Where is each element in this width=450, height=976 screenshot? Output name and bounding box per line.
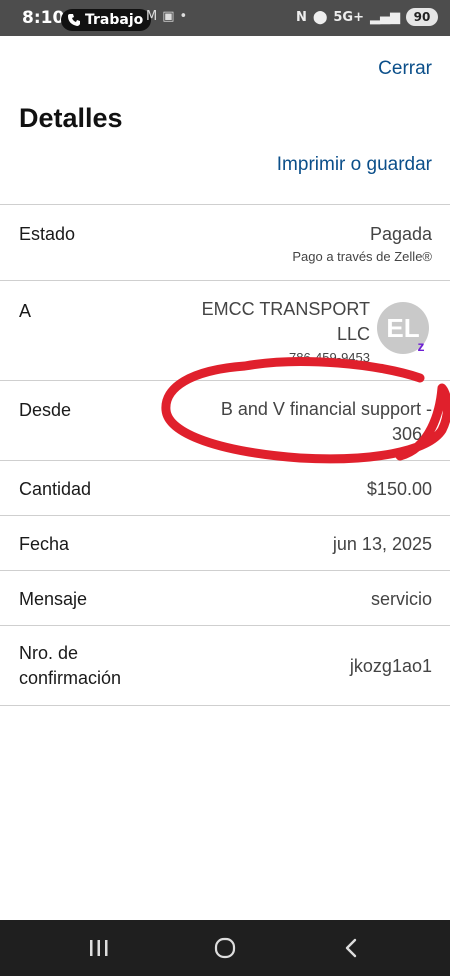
status-time: 8:10 [22, 8, 65, 28]
recipient-name-line2: LLC [336, 324, 370, 344]
network-label: 5G+ [333, 9, 364, 25]
sender-row: Desde B and V financial support - 3064 [0, 380, 450, 460]
amount-label: Cantidad [19, 479, 92, 499]
status-row: Estado Pagada Pago a través de Zelle® [0, 204, 450, 280]
recent-apps-icon [90, 940, 108, 956]
location-icon: ⬤ [312, 9, 328, 25]
sender-label: Desde [19, 400, 72, 420]
page-title: Detalles [19, 103, 123, 133]
status-bar: 8:10 Trabajo M ▣ • N ⬤ 5G+ ▂▄▆ 90 [0, 0, 450, 36]
confirmation-label-line1: Nro. de [19, 643, 79, 663]
home-icon [214, 937, 236, 959]
status-right: N ⬤ 5G+ ▂▄▆ 90 [296, 8, 438, 26]
home-button[interactable] [200, 932, 250, 964]
status-label: Estado [19, 224, 76, 244]
print-or-save-link[interactable]: Imprimir o guardar [277, 154, 432, 176]
recipient-name-line1: EMCC TRANSPORT [201, 299, 370, 319]
status-value: Pagada [369, 224, 432, 244]
nfc-icon: N [295, 9, 307, 25]
message-row: Mensaje servicio [0, 570, 450, 625]
date-label: Fecha [19, 534, 70, 554]
navigation-bar [0, 920, 450, 976]
work-badge-label: Trabajo [85, 12, 144, 28]
divider [0, 705, 450, 706]
back-button[interactable] [326, 932, 376, 964]
gmail-icon: M [146, 9, 158, 24]
zelle-icon: z [417, 338, 425, 354]
sender-name-line1: B and V financial support - [220, 399, 432, 419]
close-button[interactable]: Cerrar [378, 58, 432, 80]
notification-icons: M ▣ • [146, 9, 187, 24]
amount-value: $150.00 [366, 479, 432, 499]
message-label: Mensaje [19, 589, 88, 609]
payment-method-note: Pago a través de Zelle® [292, 249, 432, 264]
date-row: Fecha jun 13, 2025 [0, 515, 450, 570]
confirmation-row: Nro. de confirmación jkozg1ao1 [0, 625, 450, 705]
recipient-label: A [19, 301, 32, 321]
confirmation-label-line2: confirmación [19, 668, 122, 688]
signal-icon: ▂▄▆ [370, 9, 400, 25]
back-icon [345, 938, 357, 958]
date-value: jun 13, 2025 [332, 534, 432, 554]
sender-name-line2: 3064 [391, 424, 432, 444]
battery-indicator: 90 [406, 8, 438, 26]
message-value: servicio [370, 589, 432, 609]
phone-work-icon [68, 14, 80, 26]
recent-apps-button[interactable] [74, 932, 124, 964]
more-dot-icon: • [179, 9, 188, 24]
app-icon: ▣ [162, 9, 175, 24]
work-profile-badge: Trabajo [61, 9, 152, 31]
amount-row: Cantidad $150.00 [0, 460, 450, 515]
confirmation-value: jkozg1ao1 [349, 656, 432, 676]
recipient-phone: 786-459-9453 [289, 350, 370, 365]
